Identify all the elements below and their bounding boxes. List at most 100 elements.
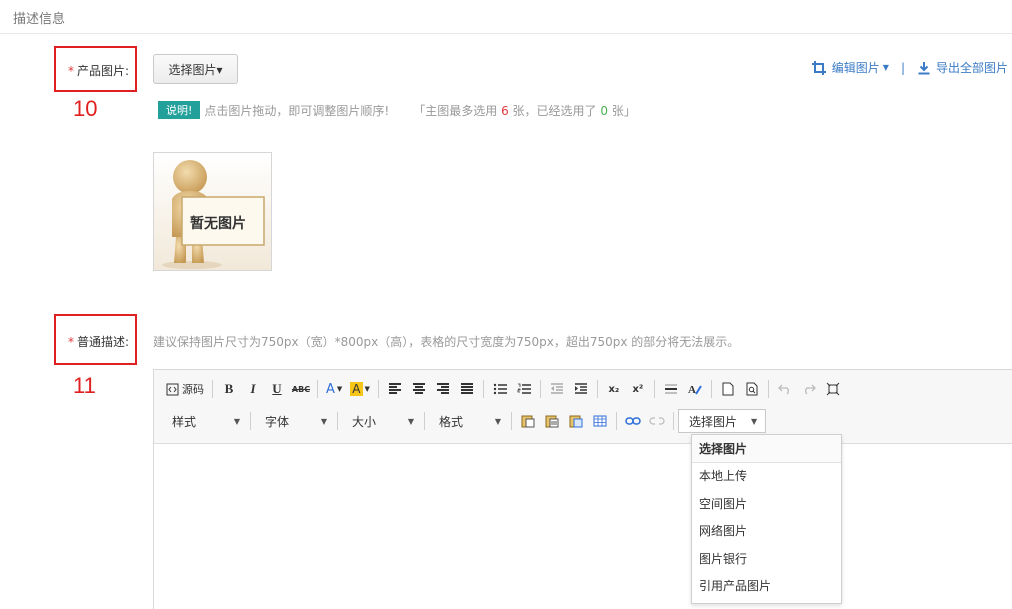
source-label: 源码: [182, 383, 204, 396]
unlink-icon: [649, 417, 665, 425]
paste-icon: [521, 415, 535, 428]
image-limit-note: 「主图最多选用 6 张，已经选用了 0 张」: [413, 102, 636, 119]
description-label-text: 普通描述:: [77, 335, 130, 349]
toolbar-separator: [653, 380, 655, 398]
strikethrough-button[interactable]: ABC: [289, 378, 313, 400]
format-select-label: 格式: [439, 414, 464, 429]
note-badge: 说明!: [158, 101, 201, 119]
bold-button[interactable]: B: [217, 378, 241, 400]
svg-text:A: A: [688, 384, 696, 396]
caret-down-icon: ▼: [494, 416, 501, 426]
align-right-button[interactable]: [431, 378, 455, 400]
toolbar-separator: [482, 380, 484, 398]
insert-table-button[interactable]: [588, 410, 612, 432]
select-image-dropdown: 选择图片 本地上传 空间图片 网络图片 图片银行 引用产品图片: [691, 434, 842, 604]
annotation-number-10: 10: [73, 96, 98, 121]
export-images-button[interactable]: 导出全部图片: [917, 59, 1008, 76]
undo-button[interactable]: [773, 378, 797, 400]
toolbar-row-2: 样式 ▼ 字体 ▼ 大小 ▼ 格式 ▼ 选择图片 ▼: [162, 409, 767, 433]
limit-prefix: 「主图最多选用: [413, 103, 498, 118]
caret-down-icon: ▼: [233, 416, 240, 426]
rich-text-editor: 源码 B I U ABC A ▼ A ▼ x₂ x² A 样式 ▼ 字体 ▼ 大…: [153, 369, 1012, 609]
toolbar-separator: [596, 380, 598, 398]
bullet-list-icon: [493, 383, 507, 395]
toolbar-separator: [767, 380, 769, 398]
placeholder-text: 暂无图片: [190, 216, 246, 232]
font-color-glyph: A: [326, 381, 335, 397]
underline-button[interactable]: U: [265, 378, 289, 400]
superscript-button[interactable]: x²: [626, 378, 650, 400]
subscript-button[interactable]: x₂: [602, 378, 626, 400]
outdent-icon: [550, 383, 563, 394]
paste-text-icon: [545, 415, 559, 428]
image-note: 说明! 点击图片拖动，即可调整图片顺序! 「主图最多选用 6 张，已经选用了 0…: [158, 101, 636, 119]
bullet-list-button[interactable]: [488, 378, 512, 400]
dropdown-item-local-upload[interactable]: 本地上传: [692, 463, 841, 491]
dropdown-item-space-images[interactable]: 空间图片: [692, 491, 841, 519]
link-button[interactable]: [621, 410, 645, 432]
caret-down-icon: ▼: [364, 385, 370, 393]
link-icon: [625, 417, 641, 425]
toolbar-row-1: 源码 B I U ABC A ▼ A ▼ x₂ x² A: [162, 377, 845, 401]
unlink-button[interactable]: [645, 410, 669, 432]
fullscreen-icon: [826, 382, 840, 396]
fullscreen-button[interactable]: [821, 378, 845, 400]
table-icon: [593, 415, 607, 427]
placeholder-figure-icon: [154, 153, 271, 270]
toolbar-separator: [250, 412, 251, 430]
dropdown-item-product-images[interactable]: 引用产品图片: [692, 573, 841, 601]
align-center-icon: [412, 383, 425, 394]
toolbar-separator: [673, 412, 674, 430]
no-image-placeholder[interactable]: 暂无图片: [153, 152, 272, 271]
section-divider: [0, 33, 1012, 34]
toolbar-separator: [317, 380, 318, 398]
align-center-button[interactable]: [407, 378, 431, 400]
justify-icon: [460, 383, 473, 394]
italic-button[interactable]: I: [241, 378, 265, 400]
font-color-button[interactable]: A ▼: [322, 378, 346, 400]
style-select-label: 样式: [172, 414, 197, 429]
numbered-list-button[interactable]: [512, 378, 536, 400]
horizontal-rule-button[interactable]: [659, 378, 683, 400]
description-hint: 建议保持图片尺寸为750px（宽）*800px（高），表格的尺寸宽度为750px…: [153, 335, 740, 349]
dropdown-item-image-bank[interactable]: 图片银行: [692, 546, 841, 574]
dropdown-item-web-images[interactable]: 网络图片: [692, 518, 841, 546]
paste-word-icon: [569, 415, 583, 428]
font-select-label: 字体: [265, 414, 290, 429]
clear-format-icon: A: [688, 384, 702, 396]
page: 描述信息 * 产品图片: 10 选择图片▾ 编辑图片 ▼ | 导出全部图片 说明!…: [0, 0, 1012, 609]
limit-suffix: 张」: [611, 103, 636, 118]
toolbar-separator: [710, 380, 712, 398]
redo-button[interactable]: [797, 378, 821, 400]
toolbar-separator: [337, 412, 338, 430]
preview-button[interactable]: [740, 378, 764, 400]
image-tools: 编辑图片 ▼ | 导出全部图片: [811, 59, 1008, 76]
clear-format-button[interactable]: A: [683, 378, 707, 400]
edit-images-button[interactable]: 编辑图片 ▼: [811, 59, 889, 76]
justify-button[interactable]: [455, 378, 479, 400]
size-select-label: 大小: [352, 414, 377, 429]
format-select[interactable]: 格式 ▼: [429, 410, 507, 432]
source-button[interactable]: 源码: [162, 378, 208, 400]
paste-button[interactable]: [516, 410, 540, 432]
indent-icon: [574, 383, 587, 394]
background-color-button[interactable]: A ▼: [346, 378, 374, 400]
download-icon: [918, 61, 930, 74]
outdent-button[interactable]: [545, 378, 569, 400]
required-mark: *: [68, 64, 74, 78]
font-family-select[interactable]: 字体 ▼: [255, 410, 333, 432]
indent-button[interactable]: [569, 378, 593, 400]
toolbar-separator: [539, 380, 541, 398]
align-left-icon: [388, 383, 401, 394]
select-image-button[interactable]: 选择图片▾: [153, 54, 238, 84]
style-select[interactable]: 样式 ▼: [162, 410, 246, 432]
font-size-select[interactable]: 大小 ▼: [342, 410, 420, 432]
align-left-button[interactable]: [383, 378, 407, 400]
limit-mid: 张，已经选用了: [512, 103, 597, 118]
paste-text-button[interactable]: [540, 410, 564, 432]
paste-word-button[interactable]: [564, 410, 588, 432]
editor-select-image-button[interactable]: 选择图片 ▼: [678, 409, 767, 433]
undo-icon: [777, 384, 789, 395]
new-document-button[interactable]: [716, 378, 740, 400]
section-title: 描述信息: [13, 12, 66, 27]
